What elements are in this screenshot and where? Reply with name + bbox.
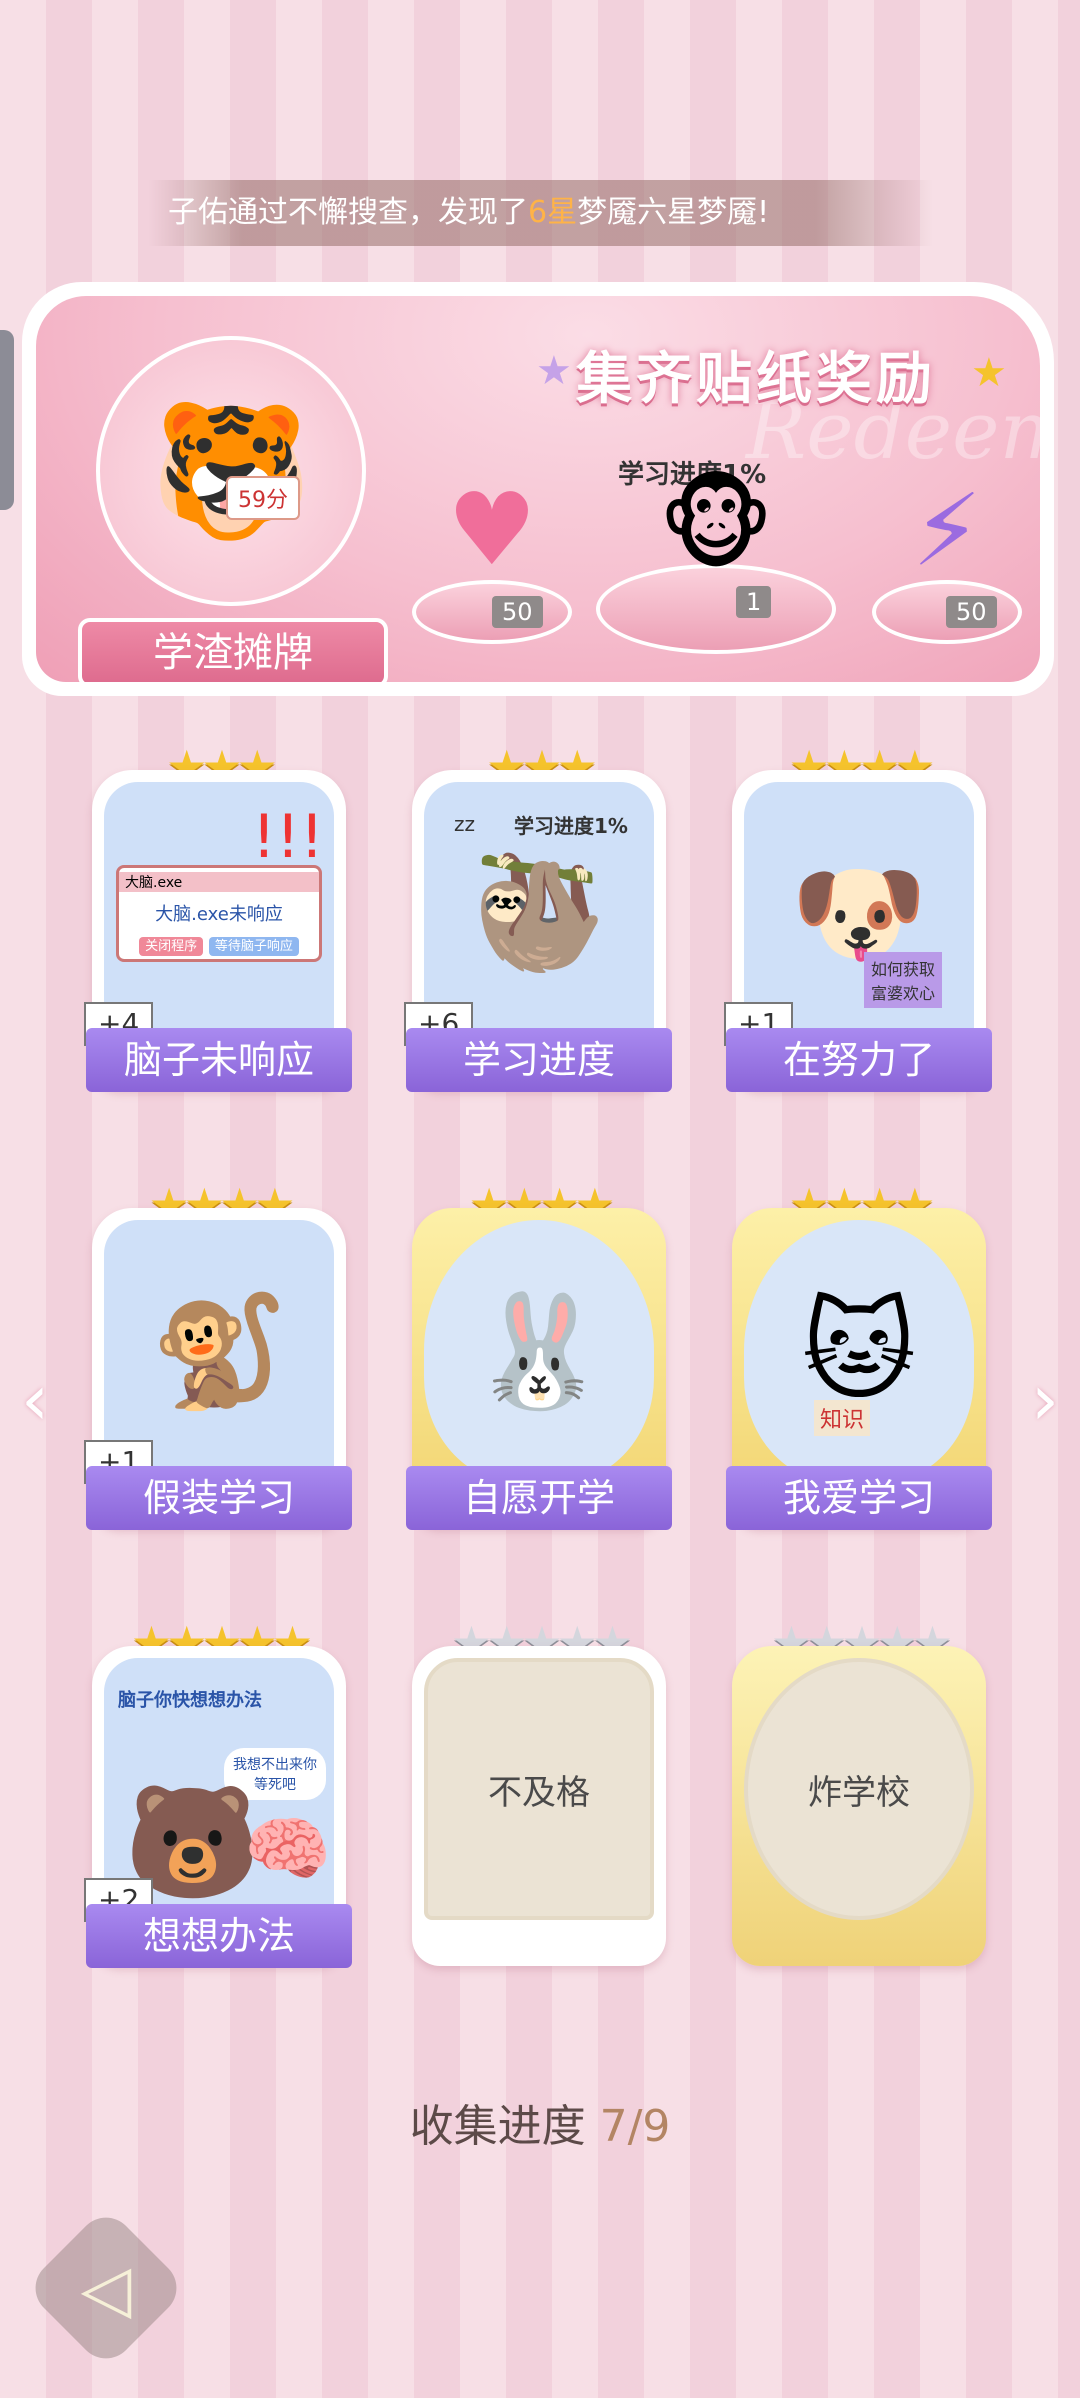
score-note: 59分	[226, 476, 300, 520]
error-dialog: 大脑.exe 大脑.exe未响应 关闭程序 等待脑子响应	[116, 864, 322, 962]
locked-card-label: 炸学校	[808, 1772, 910, 1813]
star-icon: ★	[971, 350, 1007, 396]
sticker-card[interactable]: ★★★★ 🐱 知识 我爱学习	[726, 1178, 992, 1530]
sticker-card[interactable]: ★★★★ 🐰 自愿开学	[406, 1178, 672, 1530]
sticker-card[interactable]: ★★★ !!! 大脑.exe 大脑.exe未响应 关闭程序 等待脑子响应 +4 …	[84, 740, 352, 1092]
cat-book: 知识	[814, 1400, 871, 1436]
monkey-reading-icon: 🐒	[150, 1286, 288, 1415]
star-icon: ★	[536, 348, 572, 394]
pink-heart-gem-icon[interactable]: ♥	[412, 471, 572, 588]
sticker-card[interactable]: ★★★★★ 脑子你快想想办法 我想不出来你等死吧 🐻 🧠 +2 想想办法	[84, 1616, 352, 1968]
next-page-arrow-icon[interactable]: ›	[1022, 1360, 1068, 1440]
dialog-message: 大脑.exe未响应	[155, 903, 283, 925]
reward-qty: 50	[492, 596, 543, 628]
dialog-title: 大脑.exe	[119, 871, 319, 892]
card-art-placeholder: 不及格	[424, 1658, 654, 1920]
reward-qty: 1	[736, 586, 772, 618]
card-art: 🐱 知识	[744, 1220, 974, 1482]
card-label: 脑子未响应	[86, 1028, 352, 1092]
card-label: 自愿开学	[406, 1466, 672, 1530]
ticker-highlight: 6星	[528, 195, 578, 230]
sloth-note: 学习进度1%	[514, 814, 628, 838]
card-label: 我爱学习	[726, 1466, 992, 1530]
sticker-card[interactable]: ★★★ zz 学习进度1% 🦥 +6 学习进度	[404, 740, 672, 1092]
dialog-button: 等待脑子响应	[208, 936, 299, 956]
ticker-suffix: 梦魇六星梦魇!	[577, 195, 770, 230]
card-label: 想想办法	[86, 1904, 352, 1968]
reward-qty: 50	[946, 596, 997, 628]
back-arrow-icon[interactable]: ◁	[58, 2244, 154, 2334]
card-label: 在努力了	[726, 1028, 992, 1092]
sticker-card[interactable]: ★★★★ 🐶 如何获取富婆欢心 +1 在努力了	[724, 740, 992, 1092]
locked-card-label: 不及格	[488, 1772, 590, 1813]
dialog-button: 关闭程序	[139, 936, 204, 956]
sleep-zz: zz	[454, 812, 475, 836]
side-drawer-handle[interactable]	[0, 330, 14, 510]
tiger-avatar-icon: 🐯	[150, 394, 312, 547]
locked-sticker-card[interactable]: ★★★★★ 不及格	[412, 1616, 666, 1966]
sticker-card[interactable]: ★★★★ 🐒 +1 假装学习	[84, 1178, 352, 1530]
avatar[interactable]: 🐯	[96, 336, 366, 606]
card-art: 🐰	[424, 1220, 654, 1482]
card-art-placeholder: 炸学校	[744, 1658, 974, 1920]
banner-title: 集齐贴纸奖励	[576, 347, 936, 412]
prev-page-arrow-icon[interactable]: ‹	[12, 1360, 58, 1440]
bunny-backpack-icon: 🐰	[470, 1286, 608, 1415]
discovery-ticker: 子佑通过不懈搜查，发现了6星梦魇六星梦魇!	[148, 180, 933, 246]
monkey-sticker-icon[interactable]: 🐵	[626, 466, 806, 583]
sloth-sleeping-icon: 🦥	[470, 848, 608, 977]
reward-banner: Redeem 集齐贴纸奖励 ★ ★ 🐯 59分 学渣摊牌 ♥ 50 学习进度1%…	[22, 282, 1054, 696]
card-label: 假装学习	[86, 1466, 352, 1530]
collection-label: 收集进度	[409, 2101, 586, 2152]
brain-icon: 🧠	[244, 1808, 332, 1890]
bear-note: 脑子你快想想办法	[118, 1690, 262, 1711]
purple-lightning-orb-icon[interactable]: ⚡	[872, 472, 1022, 589]
angel-cat-icon: 🐱	[801, 1287, 917, 1415]
avatar-name-ribbon: 学渣摊牌	[78, 618, 388, 682]
card-label: 学习进度	[406, 1028, 672, 1092]
ticker-text: 子佑通过不懈搜查，发现了	[168, 195, 528, 230]
collection-progress: 收集进度 7/9	[0, 2090, 1080, 2154]
puppy-book: 如何获取富婆欢心	[864, 952, 942, 1008]
exclamation-icon: !!!	[251, 802, 324, 872]
locked-sticker-card[interactable]: ★★★★★ 炸学校	[732, 1616, 986, 1966]
banner-background: Redeem 集齐贴纸奖励 ★ ★ 🐯 59分 学渣摊牌 ♥ 50 学习进度1%…	[36, 296, 1040, 682]
collection-value: 7/9	[599, 2101, 671, 2152]
